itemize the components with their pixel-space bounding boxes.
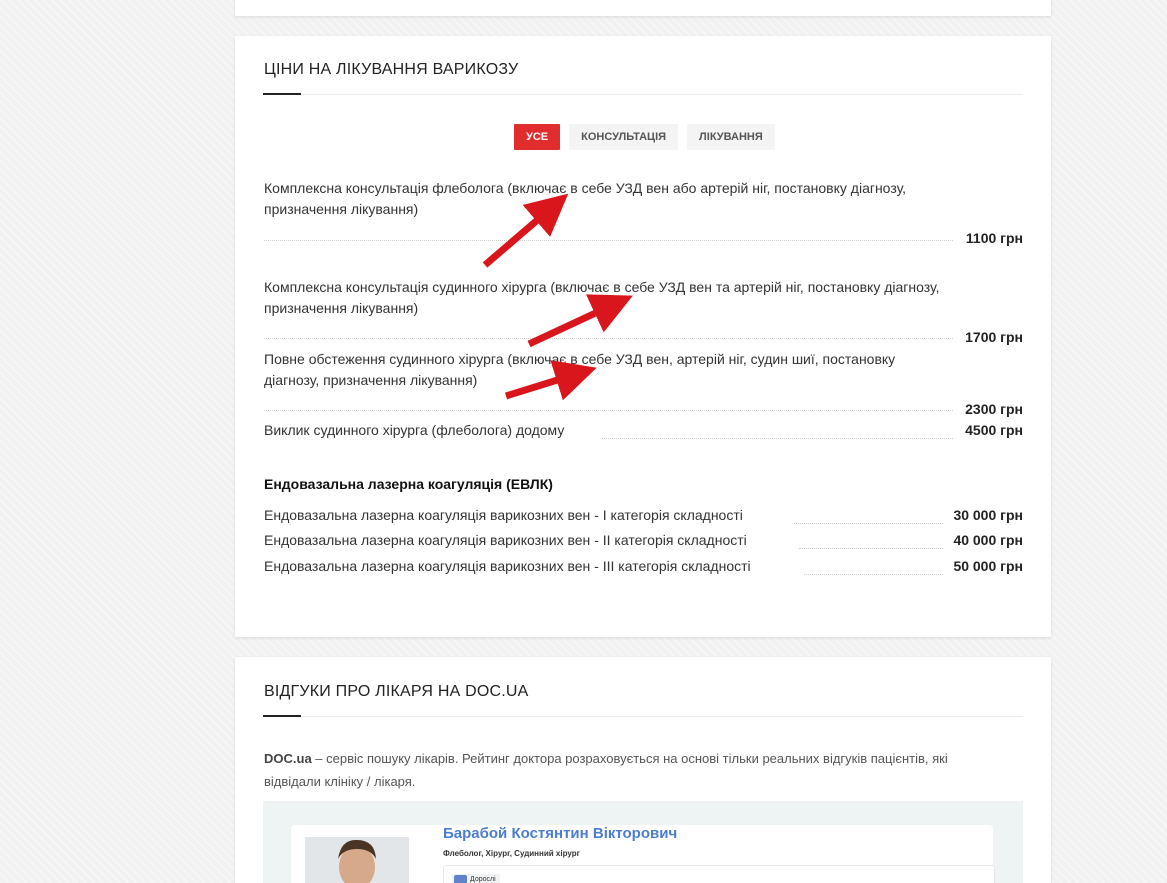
price-value: 4500 грн (965, 422, 1023, 438)
title-underline (263, 715, 1023, 717)
reviews-description: DOC.ua – сервіс пошуку лікарів. Рейтинг … (264, 747, 1024, 793)
price-item-label: Комплексна консультація судинного хірург… (264, 279, 940, 295)
price-value: 50 000 грн (953, 558, 1023, 574)
price-value: 2300 грн (965, 401, 1023, 417)
dotted-leader (264, 240, 953, 241)
dotted-leader (264, 338, 953, 339)
desc-text-cont: відвідали клініку / лікаря. (264, 774, 416, 789)
price-item: Ендовазальна лазерна коагуляція варикозн… (264, 530, 1023, 552)
desc-text: – сервіс пошуку лікарів. Рейтинг доктора… (311, 751, 948, 766)
previous-section-card (235, 0, 1051, 16)
prices-section: ЦІНИ НА ЛІКУВАННЯ ВАРИКОЗУ УСЕ КОНСУЛЬТА… (235, 36, 1051, 637)
patients-icon (454, 875, 467, 883)
price-item: Виклик судинного хірурга (флеболога) дод… (264, 420, 1023, 442)
doctor-name[interactable]: Барабой Костянтин Вікторович (443, 825, 677, 842)
doctor-info-box: Дорослі (443, 865, 995, 883)
price-item-label: Повне обстеження судинного хірурга (вклю… (264, 351, 896, 367)
doctor-avatar-icon (305, 837, 409, 883)
patients-badge: Дорослі (452, 874, 500, 883)
price-item: Ендовазальна лазерна коагуляція варикозн… (264, 505, 1023, 527)
doctor-specialties: Флеболог, Хірург, Судинний хірург (443, 849, 580, 858)
price-value: 30 000 грн (953, 507, 1023, 523)
price-item-label-cont: діагнозу, призначення лікування) (264, 372, 478, 388)
price-item-label-cont: призначення лікування) (264, 300, 419, 316)
tab-all[interactable]: УСЕ (514, 124, 561, 150)
doc-ua-link[interactable]: DOC.ua (264, 751, 312, 766)
price-item: Комплексна консультація флеболога (включ… (264, 178, 1023, 246)
dotted-leader (799, 548, 943, 549)
doctor-card[interactable]: Барабой Костянтин Вікторович Флеболог, Х… (291, 825, 995, 883)
price-item-label-cont: призначення лікування) (264, 201, 419, 217)
doc-ua-widget: Барабой Костянтин Вікторович Флеболог, Х… (263, 801, 1023, 883)
price-item: Повне обстеження судинного хірурга (вклю… (264, 349, 1023, 417)
dotted-leader (602, 438, 953, 439)
price-item: Комплексна консультація судинного хірург… (264, 277, 1023, 345)
dotted-leader (264, 410, 953, 411)
tab-consultation[interactable]: КОНСУЛЬТАЦІЯ (569, 124, 679, 150)
price-value: 1700 грн (965, 329, 1023, 345)
doctor-photo (305, 837, 409, 883)
badge-label: Дорослі (470, 876, 496, 883)
price-item-label: Комплексна консультація флеболога (включ… (264, 180, 907, 196)
price-value: 40 000 грн (953, 532, 1023, 548)
reviews-section: ВІДГУКИ ПРО ЛІКАРЯ НА DOC.UA DOC.ua – се… (235, 657, 1051, 883)
price-value: 1100 грн (965, 230, 1023, 246)
evlk-heading: Ендовазальна лазерна коагуляція (ЕВЛК) (264, 476, 553, 492)
title-underline (263, 93, 1023, 95)
tab-treatment[interactable]: ЛІКУВАННЯ (687, 124, 775, 150)
dotted-leader (794, 523, 943, 524)
price-filter-tabs: УСЕ КОНСУЛЬТАЦІЯ ЛІКУВАННЯ (514, 124, 775, 150)
prices-section-title: ЦІНИ НА ЛІКУВАННЯ ВАРИКОЗУ (264, 61, 519, 78)
reviews-section-title: ВІДГУКИ ПРО ЛІКАРЯ НА DOC.UA (264, 683, 529, 700)
dotted-leader (804, 574, 943, 575)
price-item: Ендовазальна лазерна коагуляція варикозн… (264, 556, 1023, 578)
